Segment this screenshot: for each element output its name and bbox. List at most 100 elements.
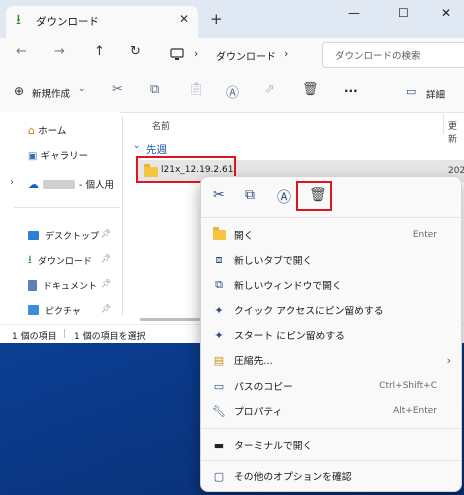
pin-icon[interactable]: 📌︎ bbox=[101, 254, 111, 263]
menu-divider bbox=[201, 460, 461, 461]
context-menu: ✂ ⧉ Ⓐ 🗑︎ 開く Enter ⧈ 新しいタブで開く ⧉ 新しいウィンドウで… bbox=[200, 176, 462, 492]
menu-item-label: クイック アクセスにピン留めする bbox=[234, 306, 384, 317]
menu-item-pin-quick-access[interactable]: ✦ クイック アクセスにピン留めする bbox=[201, 298, 461, 322]
column-header-date[interactable]: 更新 bbox=[448, 119, 464, 145]
column-header-name[interactable]: 名前 bbox=[152, 119, 170, 132]
cut-icon[interactable]: ✂ bbox=[112, 82, 123, 97]
pictures-icon bbox=[28, 305, 39, 315]
back-arrow-icon[interactable]: ← bbox=[16, 44, 27, 59]
pin-start-icon: ✦ bbox=[214, 328, 224, 342]
details-button[interactable]: 詳細 bbox=[426, 87, 445, 101]
breadcrumb-separator-end: › bbox=[284, 47, 289, 60]
menu-item-label: 圧縮先... bbox=[234, 356, 273, 367]
column-divider[interactable] bbox=[443, 114, 444, 134]
menu-item-label: 新しいタブで開く bbox=[234, 256, 313, 267]
menu-item-open[interactable]: 開く Enter bbox=[201, 223, 461, 247]
menu-divider bbox=[201, 428, 461, 429]
group-header[interactable]: 先週 bbox=[146, 142, 167, 157]
pin-icon[interactable]: 📌︎ bbox=[101, 229, 111, 238]
sidebar-item-label: ギャラリー bbox=[40, 151, 89, 162]
sidebar-item-label: ダウンロード bbox=[37, 256, 92, 267]
chevron-down-icon[interactable]: ⌄ bbox=[78, 84, 86, 94]
rename-icon[interactable]: Ⓐ bbox=[277, 187, 291, 207]
menu-divider bbox=[201, 217, 461, 218]
breadcrumb-separator: › bbox=[194, 47, 199, 60]
minimize-button[interactable]: — bbox=[348, 6, 360, 20]
cut-icon[interactable]: ✂ bbox=[213, 187, 225, 203]
new-button[interactable]: 新規作成 bbox=[32, 86, 70, 100]
menu-item-compress[interactable]: ▤ 圧縮先... › bbox=[201, 348, 461, 372]
pin-icon[interactable]: 📌︎ bbox=[101, 279, 111, 288]
menu-item-open-new-tab[interactable]: ⧈ 新しいタブで開く bbox=[201, 248, 461, 272]
new-tab-icon: ⧈ bbox=[215, 253, 223, 266]
sidebar-item-downloads[interactable]: ⭳ ダウンロード bbox=[28, 251, 92, 269]
sidebar-item-label: ドキュメント bbox=[43, 281, 98, 292]
tab-close-button[interactable]: ✕ bbox=[179, 12, 189, 26]
breadcrumb-location[interactable]: ダウンロード bbox=[216, 48, 276, 63]
rename-icon[interactable]: Ⓐ bbox=[226, 82, 239, 101]
more-options-button[interactable]: ··· bbox=[344, 84, 358, 98]
group-collapse-icon[interactable]: ⌄ bbox=[133, 141, 141, 151]
details-pane-icon[interactable]: ▭ bbox=[406, 85, 416, 98]
sidebar-item-gallery[interactable]: ▣ ギャラリー bbox=[28, 148, 148, 166]
menu-item-open-terminal[interactable]: ▬ ターミナルで開く bbox=[201, 433, 461, 457]
horizontal-scrollbar[interactable] bbox=[140, 318, 200, 321]
sidebar-item-onedrive[interactable]: ☁ - 個人用 bbox=[28, 175, 114, 193]
tab-downloads[interactable]: ⭳ ダウンロード ✕ bbox=[6, 6, 198, 38]
sidebar-item-label: - 個人用 bbox=[79, 180, 114, 191]
status-selected-count: 1 個の項目を選択 bbox=[74, 332, 146, 342]
sidebar-item-documents[interactable]: ドキュメント bbox=[28, 276, 97, 294]
search-input[interactable]: ダウンロードの検索 bbox=[322, 42, 464, 68]
menu-item-open-new-window[interactable]: ⧉ 新しいウィンドウで開く bbox=[201, 273, 461, 297]
menu-item-properties[interactable]: 🔧︎ プロパティ Alt+Enter bbox=[201, 399, 461, 423]
sidebar-item-home[interactable]: ⌂ ホーム bbox=[28, 123, 148, 141]
copy-path-icon: ▭ bbox=[213, 379, 225, 393]
document-icon bbox=[28, 279, 37, 291]
menu-item-shortcut: Ctrl+Shift+C bbox=[379, 381, 437, 391]
search-placeholder: ダウンロードの検索 bbox=[335, 51, 421, 62]
chevron-right-icon: › bbox=[446, 353, 451, 367]
refresh-icon[interactable]: ↻ bbox=[130, 44, 141, 59]
home-icon: ⌂ bbox=[28, 124, 35, 137]
status-separator: | bbox=[63, 329, 67, 339]
desktop-icon bbox=[28, 230, 39, 240]
menu-item-pin-start[interactable]: ✦ スタート にピン留めする bbox=[201, 323, 461, 347]
zip-icon: ▤ bbox=[213, 353, 225, 367]
pin-icon: ✦ bbox=[214, 303, 224, 317]
menu-item-copy-path[interactable]: ▭ パスのコピー Ctrl+Shift+C bbox=[201, 374, 461, 398]
menu-item-label: パスのコピー bbox=[234, 382, 293, 393]
menu-item-shortcut: Enter bbox=[412, 230, 437, 240]
delete-icon[interactable]: 🗑︎ bbox=[302, 82, 319, 97]
status-item-count: 1 個の項目 bbox=[12, 332, 57, 342]
pin-icon[interactable]: 📌︎ bbox=[101, 304, 111, 313]
menu-item-label: 開く bbox=[234, 231, 254, 242]
tab-title: ダウンロード bbox=[36, 16, 99, 28]
sidebar-item-pictures[interactable]: ピクチャ bbox=[28, 301, 81, 319]
properties-icon: 🔧︎ bbox=[212, 404, 226, 418]
menu-item-label: その他のオプションを確認 bbox=[234, 472, 352, 483]
share-icon[interactable]: ⇗ bbox=[264, 82, 275, 97]
maximize-button[interactable]: ☐ bbox=[398, 6, 409, 20]
menu-item-label: スタート にピン留めする bbox=[234, 331, 345, 342]
new-tab-button[interactable]: + bbox=[210, 10, 223, 28]
paste-icon[interactable]: 📋︎ bbox=[188, 82, 205, 97]
plus-icon[interactable]: ⊕ bbox=[14, 84, 24, 98]
copy-icon[interactable]: ⧉ bbox=[245, 187, 255, 203]
up-arrow-icon[interactable]: ↑ bbox=[94, 44, 105, 59]
copy-icon[interactable]: ⧉ bbox=[150, 82, 159, 97]
download-icon: ⭳ bbox=[28, 252, 32, 266]
sidebar-item-label: ピクチャ bbox=[45, 306, 81, 317]
highlight-box-delete bbox=[296, 181, 332, 211]
chevron-right-icon[interactable]: › bbox=[10, 177, 14, 188]
menu-item-shortcut: Alt+Enter bbox=[393, 406, 437, 416]
menu-item-label: ターミナルで開く bbox=[234, 441, 313, 452]
sidebar-item-label: ホーム bbox=[38, 126, 67, 137]
sidebar-divider bbox=[14, 207, 120, 208]
forward-arrow-icon[interactable]: → bbox=[54, 44, 65, 59]
menu-item-label: 新しいウィンドウで開く bbox=[234, 281, 342, 292]
close-button[interactable]: ✕ bbox=[441, 6, 451, 20]
breadcrumb[interactable]: › ダウンロード › bbox=[160, 44, 310, 66]
new-window-icon: ⧉ bbox=[215, 278, 223, 291]
sidebar-item-desktop[interactable]: デスクトップ bbox=[28, 226, 99, 244]
menu-item-more-options[interactable]: ▢ その他のオプションを確認 bbox=[201, 464, 461, 488]
